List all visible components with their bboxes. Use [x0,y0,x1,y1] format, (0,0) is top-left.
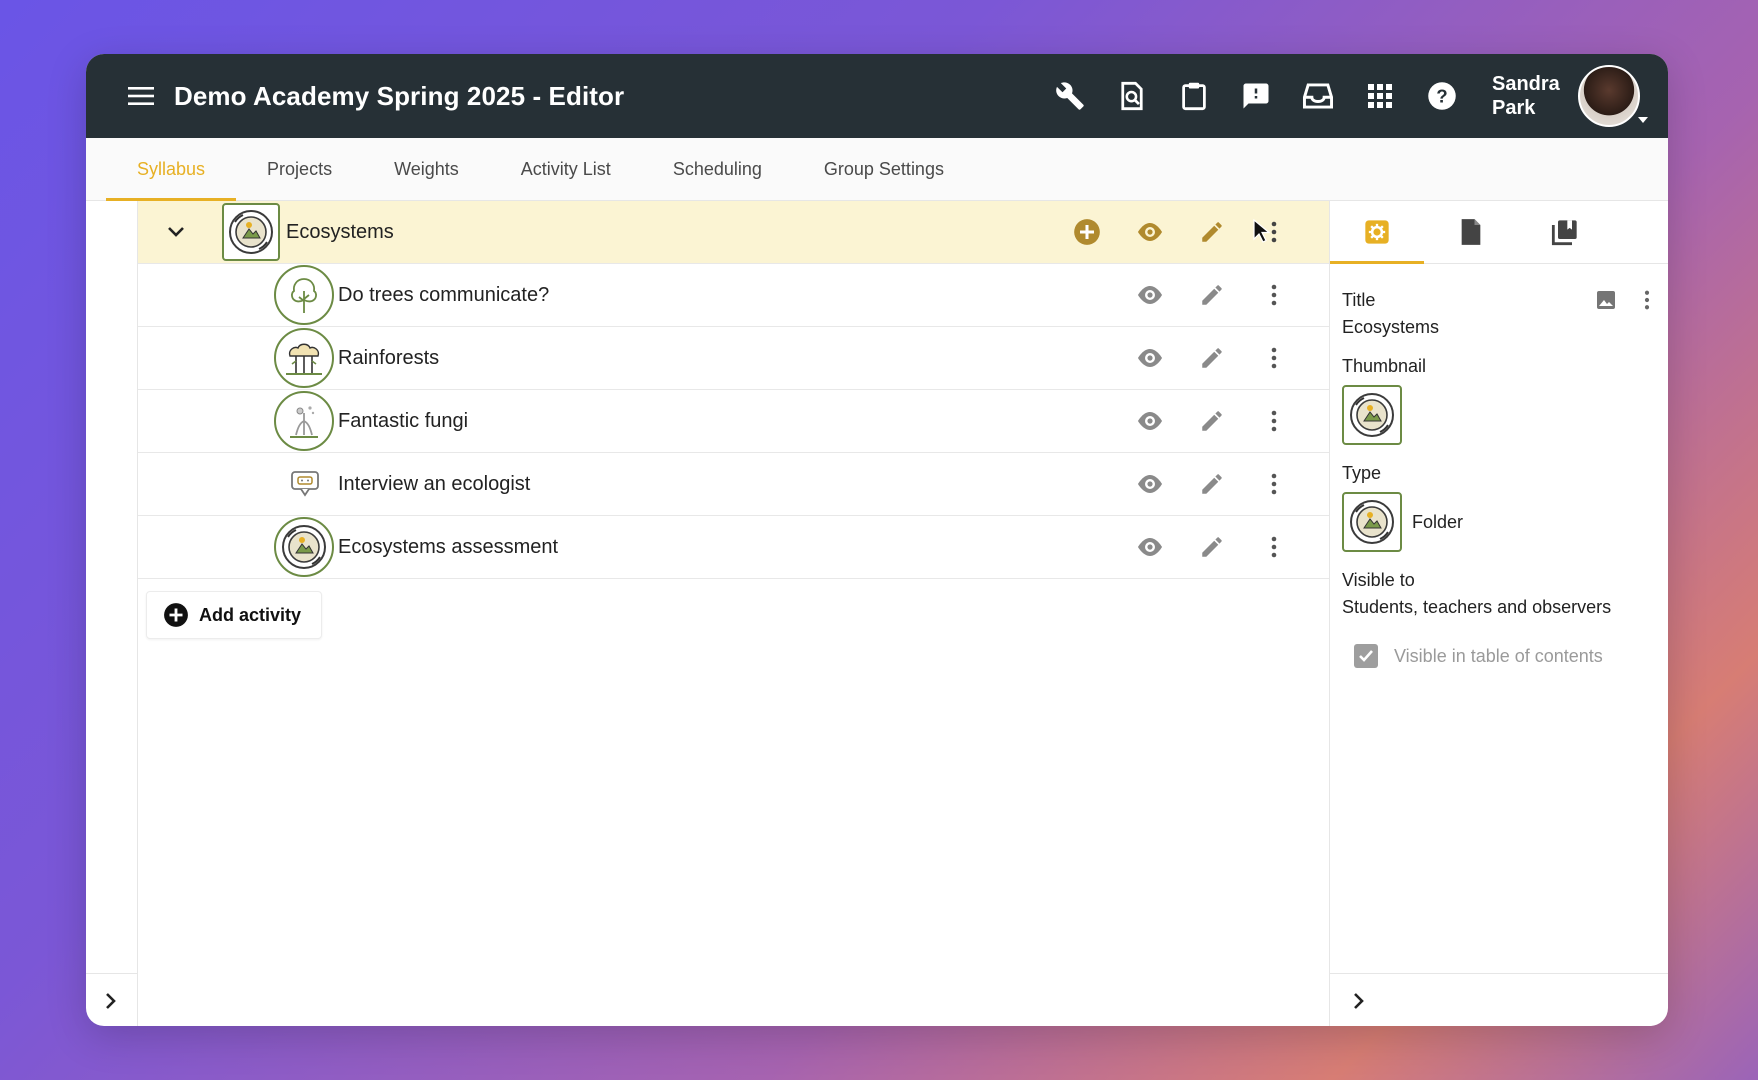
more-vert-icon[interactable] [1258,405,1290,437]
ecosystem-thumbnail-icon [1342,492,1402,552]
more-vert-icon[interactable] [1258,531,1290,563]
more-vert-icon[interactable] [1258,468,1290,500]
more-vert-icon[interactable] [1258,279,1290,311]
image-icon[interactable] [1596,290,1616,315]
tab-syllabus[interactable]: Syllabus [106,138,237,201]
properties-panel: Title Ecosystems Thumbnail Type Folder V… [1330,201,1668,1026]
tab-weights[interactable]: Weights [363,138,490,200]
eye-icon[interactable] [1134,531,1166,563]
list-item[interactable]: Rainforests [138,327,1329,390]
tab-projects[interactable]: Projects [236,138,363,200]
feedback-icon[interactable] [1238,78,1274,114]
eye-icon[interactable] [1134,279,1166,311]
eye-icon[interactable] [1134,342,1166,374]
toc-visibility-checkbox[interactable]: Visible in table of contents [1342,644,1656,668]
hamburger-menu-icon[interactable] [124,79,158,113]
add-circle-icon[interactable] [1071,216,1103,248]
checkbox-checked-icon[interactable] [1354,644,1378,668]
add-circle-icon [164,603,188,627]
pencil-icon[interactable] [1196,468,1228,500]
wrench-icon[interactable] [1052,78,1088,114]
item-label[interactable]: Interview an ecologist [338,473,530,496]
eye-icon[interactable] [1134,405,1166,437]
pencil-icon[interactable] [1196,279,1228,311]
help-icon[interactable]: ? [1424,78,1460,114]
add-activity-label: Add activity [199,604,302,625]
type-label: Type [1342,463,1382,483]
rainforest-thumbnail-icon [274,328,334,388]
more-vert-icon[interactable] [1258,342,1290,374]
tab-activity-list[interactable]: Activity List [490,138,642,200]
library-tab-icon[interactable] [1518,201,1612,263]
chat-thumbnail-icon [286,465,324,503]
pencil-icon[interactable] [1196,405,1228,437]
syllabus-tree: Ecosystems Do trees communicate? Rainfor… [138,201,1330,1026]
item-label[interactable]: Ecosystems assessment [338,536,558,559]
avatar[interactable] [1578,65,1648,127]
tab-group-settings[interactable]: Group Settings [793,138,975,200]
eye-icon[interactable] [1134,468,1166,500]
list-item[interactable]: Do trees communicate? [138,264,1329,327]
editor-window: Demo Academy Spring 2025 - Editor ? Sand… [86,54,1668,1026]
apps-grid-icon[interactable] [1362,78,1398,114]
pencil-icon[interactable] [1196,531,1228,563]
tree-thumbnail-icon [274,265,334,325]
top-bar: Demo Academy Spring 2025 - Editor ? Sand… [86,54,1668,138]
thumbnail-label: Thumbnail [1342,356,1427,376]
pencil-icon[interactable] [1196,216,1228,248]
user-name[interactable]: Sandra Park [1492,72,1568,120]
item-label[interactable]: Rainforests [338,347,439,370]
folder-row[interactable]: Ecosystems [138,201,1329,264]
left-rail [86,201,138,1026]
list-item[interactable]: Interview an ecologist [138,453,1329,516]
visible-label: Visible to [1342,570,1415,590]
svg-text:?: ? [1436,85,1447,106]
item-label[interactable]: Fantastic fungi [338,410,468,433]
chevron-down-icon [1638,117,1648,123]
list-item[interactable]: Ecosystems assessment [138,516,1329,579]
pencil-icon[interactable] [1196,342,1228,374]
visible-value: Students, teachers and observers [1342,597,1612,617]
toc-label: Visible in table of contents [1394,645,1603,666]
app-title: Demo Academy Spring 2025 - Editor [174,80,625,111]
ecosystem-thumbnail-icon [274,517,334,577]
chevron-down-icon[interactable] [162,218,190,246]
title-value: Ecosystems [1342,317,1440,337]
settings-tab-icon[interactable] [1330,201,1424,264]
fungi-thumbnail-icon [274,391,334,451]
add-activity-button[interactable]: Add activity [146,591,323,639]
search-document-icon[interactable] [1114,78,1150,114]
list-item[interactable]: Fantastic fungi [138,390,1329,453]
document-tab-icon[interactable] [1424,201,1518,263]
expand-left-chevron-icon[interactable] [96,986,126,1016]
clipboard-icon[interactable] [1176,78,1212,114]
more-vert-icon[interactable] [1644,290,1650,315]
tab-scheduling[interactable]: Scheduling [642,138,793,200]
expand-right-chevron-icon[interactable] [1344,986,1374,1016]
mouse-pointer-icon [1252,218,1271,249]
type-value: Folder [1412,511,1464,532]
inbox-icon[interactable] [1300,78,1336,114]
eye-icon[interactable] [1134,216,1166,248]
ecosystem-thumbnail-icon [222,203,280,261]
item-label[interactable]: Do trees communicate? [338,284,549,307]
ecosystem-thumbnail-icon[interactable] [1342,385,1402,445]
folder-label[interactable]: Ecosystems [286,221,394,244]
tab-bar: Syllabus Projects Weights Activity List … [86,138,1668,201]
